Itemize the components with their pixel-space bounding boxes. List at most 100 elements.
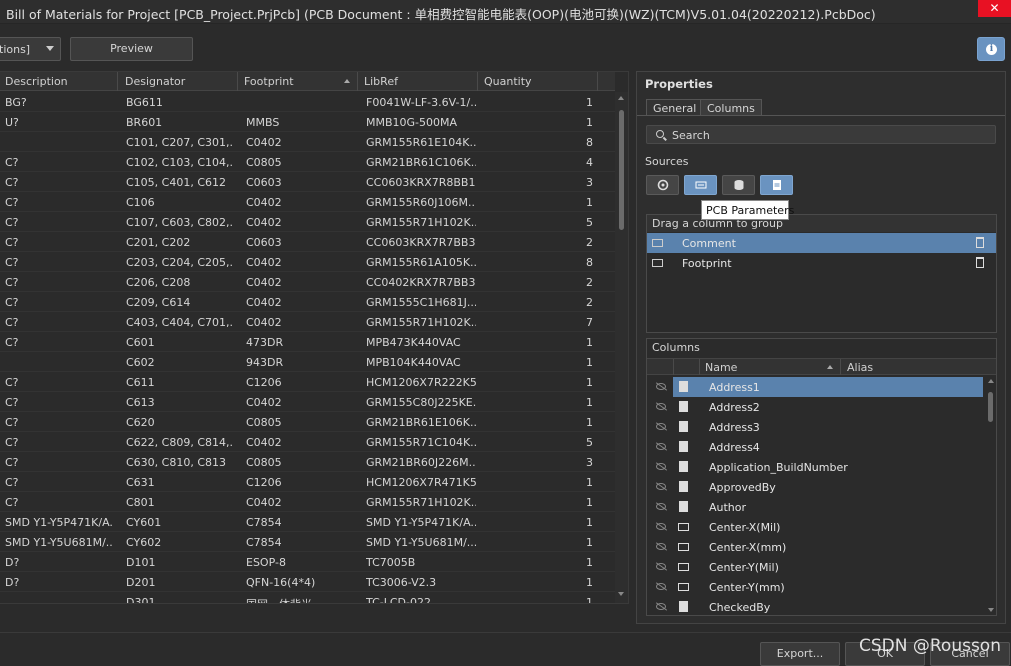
options-dropdown[interactable]: tions] xyxy=(0,37,61,61)
table-row[interactable]: C? C801 C0402 GRM155R71H102K... 1 xyxy=(0,492,615,512)
close-button[interactable]: ✕ xyxy=(978,0,1011,17)
tab-general[interactable]: General xyxy=(646,99,704,116)
table-row[interactable]: C? C613 C0402 GRM155C80J225KE... 1 xyxy=(0,392,615,412)
columns-scrollbar[interactable] xyxy=(986,376,996,615)
table-row[interactable]: D? D101 ESOP-8 TC7005B 1 xyxy=(0,552,615,572)
header-quantity[interactable]: Quantity xyxy=(484,75,532,88)
source-database-button[interactable] xyxy=(722,175,755,195)
column-separator[interactable] xyxy=(597,72,598,91)
column-separator[interactable] xyxy=(357,72,358,91)
grid-horizontal-scrollbar[interactable] xyxy=(0,604,629,632)
eye-hidden-icon[interactable] xyxy=(656,423,666,430)
table-row[interactable]: D301 国网一体背光 TC-LCD-022 1 xyxy=(0,592,615,603)
list-item[interactable]: Center-Y(Mil) xyxy=(647,557,985,577)
table-row[interactable]: SMD Y1-Y5P471K/A... CY601 C7854 SMD Y1-Y5P4… xyxy=(0,512,615,532)
eye-hidden-icon[interactable] xyxy=(656,403,666,410)
column-separator[interactable] xyxy=(477,72,478,91)
source-pcb-button[interactable] xyxy=(684,175,717,195)
table-row[interactable]: C? C622, C809, C814,... C0402 GRM155R71C104… xyxy=(0,432,615,452)
preview-button[interactable]: Preview xyxy=(70,37,193,61)
scroll-up-icon[interactable] xyxy=(988,379,994,383)
eye-hidden-icon[interactable] xyxy=(656,483,666,490)
table-row[interactable]: BG? BG611 F0041W-LF-3.6V-1/... 1 xyxy=(0,92,615,112)
column-separator[interactable] xyxy=(237,72,238,91)
eye-hidden-icon[interactable] xyxy=(656,523,666,530)
trash-icon[interactable] xyxy=(976,257,984,268)
eye-hidden-icon[interactable] xyxy=(656,443,666,450)
table-row[interactable]: U? BR601 MMBS MMB10G-500MA 1 xyxy=(0,112,615,132)
info-button[interactable]: i xyxy=(977,37,1005,61)
eye-hidden-icon[interactable] xyxy=(656,463,666,470)
scroll-up-icon[interactable] xyxy=(618,96,624,100)
scroll-down-icon[interactable] xyxy=(618,592,624,596)
column-name-cell[interactable]: Address2 xyxy=(673,397,983,417)
group-item-footprint[interactable]: Footprint xyxy=(647,253,996,273)
header-name[interactable]: Name xyxy=(705,361,737,374)
eye-hidden-icon[interactable] xyxy=(656,383,666,390)
list-item[interactable]: Center-Y(mm) xyxy=(647,577,985,597)
table-row[interactable]: C? C206, C208 C0402 CC0402KRX7R7BB333 2 xyxy=(0,272,615,292)
list-item[interactable]: Address1 xyxy=(647,377,985,397)
column-name-cell[interactable]: Author xyxy=(673,497,983,517)
eye-hidden-icon[interactable] xyxy=(656,603,666,610)
group-item-comment[interactable]: Comment xyxy=(647,233,996,253)
list-item[interactable]: Center-X(mm) xyxy=(647,537,985,557)
list-item[interactable]: ApprovedBy xyxy=(647,477,985,497)
list-item[interactable]: CheckedBy xyxy=(647,597,985,615)
table-row[interactable]: C? C102, C103, C104,... C0805 GRM21BR61C106… xyxy=(0,152,615,172)
scroll-down-icon[interactable] xyxy=(988,608,994,612)
grid-vertical-scrollbar[interactable] xyxy=(615,92,628,603)
header-description[interactable]: Description xyxy=(5,75,68,88)
table-row[interactable]: C? C620 C0805 GRM21BR61E106K... 1 xyxy=(0,412,615,432)
list-item[interactable]: Address3 xyxy=(647,417,985,437)
column-name-cell[interactable]: Address1 xyxy=(673,377,983,397)
table-row[interactable]: C? C203, C204, C205,... C0402 GRM155R61A105… xyxy=(0,252,615,272)
header-designator[interactable]: Designator xyxy=(125,75,185,88)
column-name-cell[interactable]: Center-X(mm) xyxy=(673,537,983,557)
header-libref[interactable]: LibRef xyxy=(364,75,398,88)
table-row[interactable]: D? D201 QFN-16(4*4) TC3006-V2.3 1 xyxy=(0,572,615,592)
source-component-button[interactable] xyxy=(646,175,679,195)
column-name-cell[interactable]: Center-X(Mil) xyxy=(673,517,983,537)
eye-hidden-icon[interactable] xyxy=(656,543,666,550)
scroll-thumb[interactable] xyxy=(988,392,993,422)
search-input[interactable]: Search xyxy=(646,125,996,144)
table-row[interactable]: C? C106 C0402 GRM155R60J106M... 1 xyxy=(0,192,615,212)
eye-hidden-icon[interactable] xyxy=(656,563,666,570)
table-row[interactable]: C? C107, C603, C802,... C0402 GRM155R71H102… xyxy=(0,212,615,232)
column-name-cell[interactable]: Center-Y(mm) xyxy=(673,577,983,597)
table-row[interactable]: C? C403, C404, C701,... C0402 GRM155R71H102… xyxy=(0,312,615,332)
list-item[interactable]: Center-X(Mil) xyxy=(647,517,985,537)
tab-columns[interactable]: Columns xyxy=(700,99,762,116)
table-row[interactable]: C? C601 473DR MPB473K440VAC 1 xyxy=(0,332,615,352)
column-name-cell[interactable]: CheckedBy xyxy=(673,597,983,615)
column-name-cell[interactable]: Address3 xyxy=(673,417,983,437)
column-name-cell[interactable]: Address4 xyxy=(673,437,983,457)
table-row[interactable]: C? C201, C202 C0603 CC0603KRX7R7BB334 2 xyxy=(0,232,615,252)
column-name-cell[interactable]: Center-Y(Mil) xyxy=(673,557,983,577)
column-name-cell[interactable]: ApprovedBy xyxy=(673,477,983,497)
column-separator[interactable] xyxy=(840,359,841,375)
table-row[interactable]: C101, C207, C301,... C0402 GRM155R61E104K.… xyxy=(0,132,615,152)
scroll-thumb[interactable] xyxy=(619,110,624,230)
list-item[interactable]: Address2 xyxy=(647,397,985,417)
table-row[interactable]: C? C630, C810, C813 C0805 GRM21BR60J226M...… xyxy=(0,452,615,472)
list-item[interactable]: Author xyxy=(647,497,985,517)
column-separator[interactable] xyxy=(117,72,118,91)
trash-icon[interactable] xyxy=(976,237,984,248)
table-row[interactable]: C602 943DR MPB104K440VAC 1 xyxy=(0,352,615,372)
eye-hidden-icon[interactable] xyxy=(656,583,666,590)
header-footprint[interactable]: Footprint xyxy=(244,75,294,88)
table-row[interactable]: SMD Y1-Y5U681M/... CY602 C7854 SMD Y1-Y5U68… xyxy=(0,532,615,552)
eye-hidden-icon[interactable] xyxy=(656,503,666,510)
header-alias[interactable]: Alias xyxy=(847,361,873,374)
table-row[interactable]: C? C631 C1206 HCM1206X7R471K5... 1 xyxy=(0,472,615,492)
table-row[interactable]: C? C611 C1206 HCM1206X7R222K5... 1 xyxy=(0,372,615,392)
list-item[interactable]: Application_BuildNumber xyxy=(647,457,985,477)
column-name-cell[interactable]: Application_BuildNumber xyxy=(673,457,983,477)
source-document-button[interactable] xyxy=(760,175,793,195)
table-row[interactable]: C? C209, C614 C0402 GRM1555C1H681J... 2 xyxy=(0,292,615,312)
table-row[interactable]: C? C105, C401, C612 C0603 CC0603KRX7R8BB1..… xyxy=(0,172,615,192)
list-item[interactable]: Address4 xyxy=(647,437,985,457)
export-button[interactable]: Export... xyxy=(760,642,840,666)
